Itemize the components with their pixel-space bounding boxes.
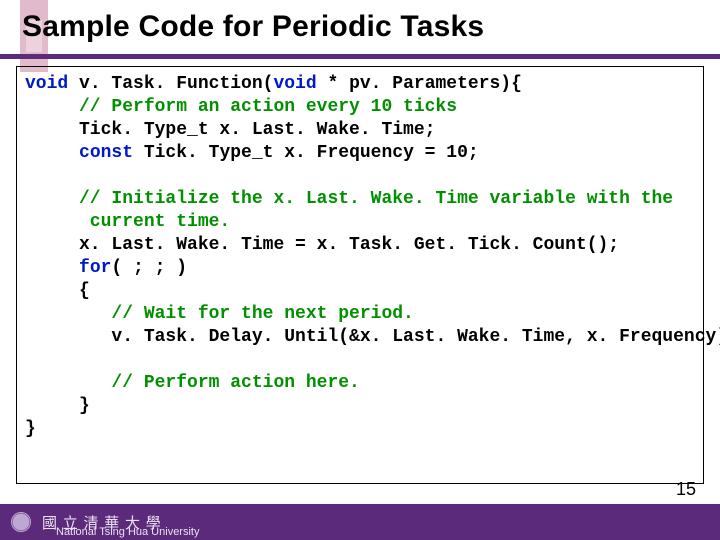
- code-l4a: [25, 143, 79, 163]
- code-l10: v. Task. Delay. Until(&x. Last. Wake. Ti…: [25, 327, 720, 347]
- comment-l11: // Perform action here.: [25, 373, 360, 393]
- comment-l9: // Wait for the next period.: [25, 304, 414, 324]
- university-logo-icon: [6, 507, 36, 537]
- code-l12: }: [25, 396, 90, 416]
- code-l8: {: [25, 281, 90, 301]
- comment-l5b: current time.: [25, 212, 230, 232]
- blank-2: [25, 350, 36, 370]
- slide-title: Sample Code for Periodic Tasks: [22, 10, 484, 44]
- blank-1: [25, 166, 36, 186]
- slide: Sample Code for Periodic Tasks void v. T…: [0, 0, 720, 540]
- kw-for: for: [79, 258, 111, 278]
- code-l4c: Tick. Type_t x. Frequency = 10;: [133, 143, 479, 163]
- kw-void-2: void: [273, 74, 316, 94]
- code-block: void v. Task. Function(void * pv. Parame…: [25, 73, 695, 442]
- code-box: void v. Task. Function(void * pv. Parame…: [16, 66, 704, 484]
- comment-l5a: // Initialize the x. Last. Wake. Time va…: [25, 189, 673, 209]
- code-l1b: v. Task. Function(: [68, 74, 273, 94]
- title-underline: [0, 54, 720, 59]
- code-l7c: ( ; ; ): [111, 258, 187, 278]
- code-l13: }: [25, 419, 36, 439]
- kw-void-1: void: [25, 74, 68, 94]
- comment-l2: // Perform an action every 10 ticks: [25, 97, 457, 117]
- code-l7a: [25, 258, 79, 278]
- code-l3: Tick. Type_t x. Last. Wake. Time;: [25, 120, 435, 140]
- code-l1d: * pv. Parameters){: [317, 74, 522, 94]
- code-l6: x. Last. Wake. Time = x. Task. Get. Tick…: [25, 235, 619, 255]
- kw-const: const: [79, 143, 133, 163]
- footer-en-text: National Tsing Hua University: [56, 526, 199, 538]
- page-number: 15: [676, 479, 696, 500]
- footer-bar: 國 立 清 華 大 學 National Tsing Hua Universit…: [0, 504, 720, 540]
